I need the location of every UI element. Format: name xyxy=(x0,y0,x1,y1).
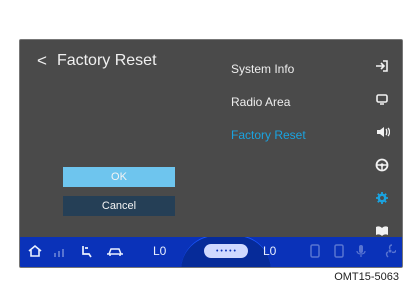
exit-icon[interactable] xyxy=(373,58,391,74)
menu-item-label: Radio Area xyxy=(231,95,291,109)
ok-button[interactable]: OK xyxy=(63,167,175,187)
steering-wheel-icon[interactable] xyxy=(373,157,391,173)
figure-caption: OMT15-5063 xyxy=(334,271,399,283)
car-icon[interactable] xyxy=(105,244,125,258)
phone-icon xyxy=(334,244,344,258)
center-pill[interactable]: • • • • • xyxy=(204,244,248,258)
menu-item-label: System Info xyxy=(231,62,295,76)
fan-icon xyxy=(384,244,396,258)
mic-icon xyxy=(356,244,366,258)
menu-item-label: Factory Reset xyxy=(231,128,306,142)
phone-icon xyxy=(310,244,320,258)
display-frame: < Factory Reset System Info Radio Area F… xyxy=(19,39,403,268)
cancel-button[interactable]: Cancel xyxy=(63,196,175,216)
home-icon[interactable] xyxy=(28,244,42,258)
gear-icon[interactable] xyxy=(373,190,391,206)
speaker-icon[interactable] xyxy=(373,124,391,140)
settings-screen: < Factory Reset System Info Radio Area F… xyxy=(20,40,402,237)
right-level-readout: L0 xyxy=(263,244,277,258)
signal-icon xyxy=(53,244,67,258)
title-row: < Factory Reset xyxy=(37,51,157,71)
page-title: Factory Reset xyxy=(56,52,157,69)
monitor-icon[interactable] xyxy=(373,91,391,107)
bottom-status-bar: • • • • • L0 L0 xyxy=(20,237,402,267)
seat-icon[interactable] xyxy=(80,244,94,258)
back-button[interactable]: < xyxy=(37,51,47,71)
left-level-readout: L0 xyxy=(153,244,167,258)
